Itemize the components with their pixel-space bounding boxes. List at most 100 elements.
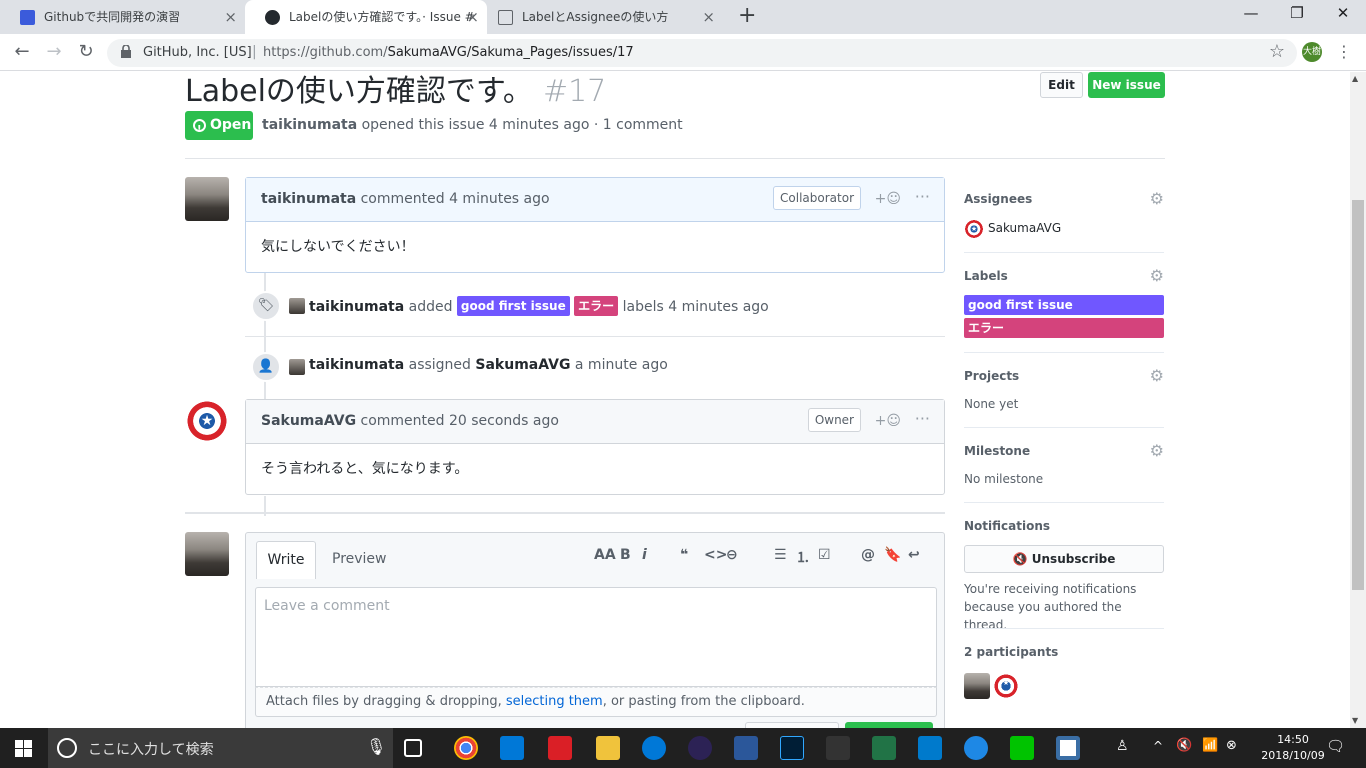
attach-files-bar[interactable]: Attach files by dragging & dropping, sel… bbox=[255, 687, 937, 717]
excel-icon[interactable] bbox=[872, 736, 896, 760]
edge-icon[interactable] bbox=[642, 736, 666, 760]
issue-author-link[interactable]: taikinumata bbox=[262, 117, 357, 133]
bold-tool-icon[interactable]: B bbox=[620, 547, 631, 563]
projects-heading[interactable]: Projects bbox=[964, 369, 1164, 385]
network-icon[interactable]: 📶 bbox=[1202, 738, 1218, 753]
new-issue-button[interactable]: New issue bbox=[1088, 72, 1165, 98]
avatar-sakumaavg[interactable] bbox=[185, 399, 229, 443]
line-icon[interactable] bbox=[1010, 736, 1034, 760]
bookmark-star-icon[interactable]: ☆ bbox=[1269, 41, 1285, 62]
select-files-link[interactable]: selecting them bbox=[506, 694, 603, 709]
sidebar-participants: 2 participants bbox=[964, 645, 1164, 699]
windows-start-icon[interactable] bbox=[15, 740, 32, 757]
file-explorer-icon[interactable] bbox=[596, 736, 620, 760]
word-icon[interactable] bbox=[734, 736, 758, 760]
eclipse-icon[interactable] bbox=[688, 736, 712, 760]
add-reaction-icon[interactable]: +☺ bbox=[875, 178, 901, 220]
current-user-avatar[interactable] bbox=[185, 532, 229, 576]
mention-tool-icon[interactable]: @ bbox=[861, 547, 875, 563]
reference-tool-icon[interactable]: 🔖 bbox=[884, 547, 901, 563]
vscode-icon[interactable] bbox=[918, 736, 942, 760]
mini-avatar[interactable] bbox=[289, 359, 305, 375]
app-icon[interactable] bbox=[1056, 736, 1080, 760]
browser-tab-github-exercise[interactable]: Githubで共同開発の演習 × bbox=[0, 0, 245, 34]
mini-avatar[interactable] bbox=[289, 298, 305, 314]
comment-options-icon[interactable]: ··· bbox=[915, 398, 930, 440]
volume-muted-icon[interactable]: 🔇 bbox=[1176, 738, 1192, 753]
event-target-link[interactable]: SakumaAVG bbox=[475, 357, 570, 373]
maximize-button[interactable]: ❐ bbox=[1277, 4, 1317, 22]
photoshop-icon[interactable] bbox=[780, 736, 804, 760]
label-good-first-issue[interactable]: good first issue bbox=[964, 295, 1164, 315]
chrome-icon[interactable] bbox=[454, 736, 478, 760]
reload-button[interactable]: ↻ bbox=[74, 41, 98, 62]
milestone-heading[interactable]: Milestone bbox=[964, 444, 1164, 460]
url-text[interactable]: https://github.com/SakumaAVG/Sakuma_Page… bbox=[263, 45, 634, 60]
scroll-up-arrow-icon[interactable]: ▲ bbox=[1352, 74, 1358, 83]
creative-cloud-icon[interactable] bbox=[548, 736, 572, 760]
task-list-tool-icon[interactable]: ☑ bbox=[818, 547, 831, 563]
avatar-taikinumata[interactable] bbox=[185, 177, 229, 221]
close-tab-icon[interactable]: × bbox=[702, 0, 715, 34]
tray-chevron-icon[interactable]: ^ bbox=[1153, 739, 1163, 753]
comment-textarea[interactable]: Leave a comment bbox=[255, 587, 937, 687]
assignees-heading[interactable]: Assignees bbox=[964, 192, 1164, 208]
comment-timestamp[interactable]: commented 20 seconds ago bbox=[361, 413, 559, 429]
add-reaction-icon[interactable]: +☺ bbox=[875, 400, 901, 442]
browser-tab-label-assignee[interactable]: LabelとAssigneeの使い方 × bbox=[478, 0, 723, 34]
quote-tool-icon[interactable]: ❝ bbox=[680, 547, 688, 563]
participant-avatar-sakumaavg[interactable] bbox=[993, 673, 1019, 699]
people-icon[interactable]: ♙ bbox=[1116, 738, 1129, 754]
bulleted-list-tool-icon[interactable]: ☰ bbox=[774, 547, 787, 563]
profile-avatar[interactable]: 大樹 bbox=[1302, 42, 1322, 62]
event-actor-link[interactable]: taikinumata bbox=[309, 299, 404, 315]
scroll-down-arrow-icon[interactable]: ▼ bbox=[1352, 716, 1358, 725]
italic-tool-icon[interactable]: i bbox=[642, 547, 647, 563]
heading-tool-icon[interactable]: AA bbox=[594, 547, 616, 563]
comment-author-link[interactable]: taikinumata bbox=[261, 191, 356, 207]
store-icon[interactable] bbox=[500, 736, 524, 760]
close-window-button[interactable]: ✕ bbox=[1323, 4, 1363, 22]
label-good-first-issue[interactable]: good first issue bbox=[456, 296, 570, 316]
event-actor-link[interactable]: taikinumata bbox=[309, 357, 404, 373]
browser-menu-icon[interactable]: ⋮ bbox=[1336, 42, 1352, 61]
comment-options-icon[interactable]: ··· bbox=[915, 176, 930, 218]
labels-heading[interactable]: Labels bbox=[964, 269, 1164, 285]
saved-reply-tool-icon[interactable]: ↩ bbox=[908, 547, 920, 563]
browser-tab-issue-17[interactable]: Labelの使い方確認です。· Issue # × bbox=[245, 0, 487, 34]
scrollbar-thumb[interactable] bbox=[1352, 200, 1364, 590]
assignees-gear-icon[interactable]: ⚙ bbox=[1150, 189, 1164, 208]
task-view-icon[interactable] bbox=[404, 739, 422, 757]
projects-gear-icon[interactable]: ⚙ bbox=[1150, 366, 1164, 385]
write-tab[interactable]: Write bbox=[256, 541, 316, 579]
close-tab-icon[interactable]: × bbox=[224, 0, 237, 34]
atlassian-icon[interactable] bbox=[964, 736, 988, 760]
participant-avatar-taikinumata[interactable] bbox=[964, 673, 990, 699]
label-error[interactable]: エラー bbox=[574, 296, 619, 316]
new-tab-button[interactable]: + bbox=[738, 3, 756, 28]
unsubscribe-button[interactable]: 🔇 Unsubscribe bbox=[964, 545, 1164, 573]
hypersnap-icon[interactable] bbox=[826, 736, 850, 760]
issue-state-badge: Open bbox=[185, 111, 253, 144]
forward-button[interactable]: → bbox=[42, 41, 66, 62]
link-tool-icon[interactable]: ⊖ bbox=[726, 547, 738, 563]
code-tool-icon[interactable]: <> bbox=[704, 547, 727, 563]
taskbar-search-box[interactable]: ここに入力して検索 🎙 bbox=[48, 728, 393, 768]
comment-author-link[interactable]: SakumaAVG bbox=[261, 413, 356, 429]
preview-tab[interactable]: Preview bbox=[332, 551, 387, 567]
label-error[interactable]: エラー bbox=[964, 318, 1164, 338]
numbered-list-tool-icon[interactable]: ⒈ bbox=[796, 547, 810, 567]
back-button[interactable]: ← bbox=[10, 41, 34, 62]
assignee-item[interactable]: SakumaAVG bbox=[964, 219, 1164, 239]
edit-button[interactable]: Edit bbox=[1040, 72, 1083, 98]
comment-timestamp[interactable]: commented 4 minutes ago bbox=[361, 191, 550, 207]
sidebar-labels: Labels ⚙ good first issue エラー bbox=[964, 266, 1164, 341]
milestone-gear-icon[interactable]: ⚙ bbox=[1150, 441, 1164, 460]
microphone-icon[interactable]: 🎙 bbox=[366, 737, 386, 756]
notifications-icon[interactable]: 🗨 bbox=[1326, 737, 1345, 755]
labels-gear-icon[interactable]: ⚙ bbox=[1150, 266, 1164, 285]
minimize-button[interactable]: — bbox=[1231, 4, 1271, 22]
ime-icon[interactable]: ⊗ bbox=[1226, 738, 1237, 753]
taskbar-clock[interactable]: 14:50 2018/10/09 bbox=[1258, 732, 1328, 764]
address-bar[interactable]: GitHub, Inc. [US] | https://github.com/S… bbox=[107, 39, 1297, 67]
